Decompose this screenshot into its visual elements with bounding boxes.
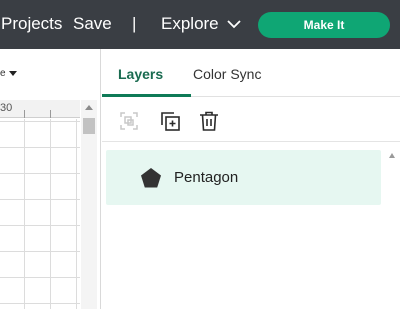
duplicate-icon[interactable] (159, 110, 181, 132)
ruler-tick (50, 110, 51, 118)
panel-tabs: Layers Color Sync (102, 49, 400, 97)
explore-menu[interactable]: Explore (161, 13, 219, 35)
units-dropdown-label[interactable]: e (0, 68, 6, 79)
ruler-tick (24, 110, 25, 118)
pentagon-icon (141, 168, 161, 188)
chevron-down-icon[interactable] (226, 16, 242, 32)
scroll-up-arrow-icon[interactable] (85, 105, 93, 110)
scroll-up-arrow-icon[interactable] (389, 153, 395, 158)
active-tab-indicator (102, 94, 191, 97)
nav-separator: | (132, 14, 137, 33)
canvas-grid[interactable] (0, 119, 80, 309)
save-link[interactable]: Save (73, 13, 112, 35)
layer-item-pentagon[interactable]: Pentagon (106, 150, 381, 205)
delete-icon[interactable] (198, 110, 220, 132)
make-it-button[interactable]: Make It (258, 12, 390, 38)
tab-layers[interactable]: Layers (118, 65, 163, 83)
horizontal-ruler: 30 (0, 100, 80, 118)
canvas-vertical-scrollbar[interactable] (81, 100, 97, 309)
layers-panel: Layers Color Sync Pentagon (102, 49, 400, 309)
layer-toolbar (102, 98, 400, 142)
layer-list-scrollbar[interactable] (385, 147, 400, 309)
top-nav-bar: Projects Save | Explore Make It (0, 0, 400, 49)
ruler-value: 30 (0, 102, 13, 114)
scrollbar-thumb[interactable] (83, 118, 95, 134)
design-canvas[interactable]: e 30 (0, 49, 101, 309)
tab-color-sync[interactable]: Color Sync (193, 65, 261, 83)
layer-list: Pentagon (102, 147, 400, 309)
projects-link[interactable]: Projects (1, 13, 62, 35)
caret-down-icon[interactable] (9, 71, 17, 76)
layer-name: Pentagon (174, 169, 239, 186)
group-icon[interactable] (118, 110, 140, 132)
